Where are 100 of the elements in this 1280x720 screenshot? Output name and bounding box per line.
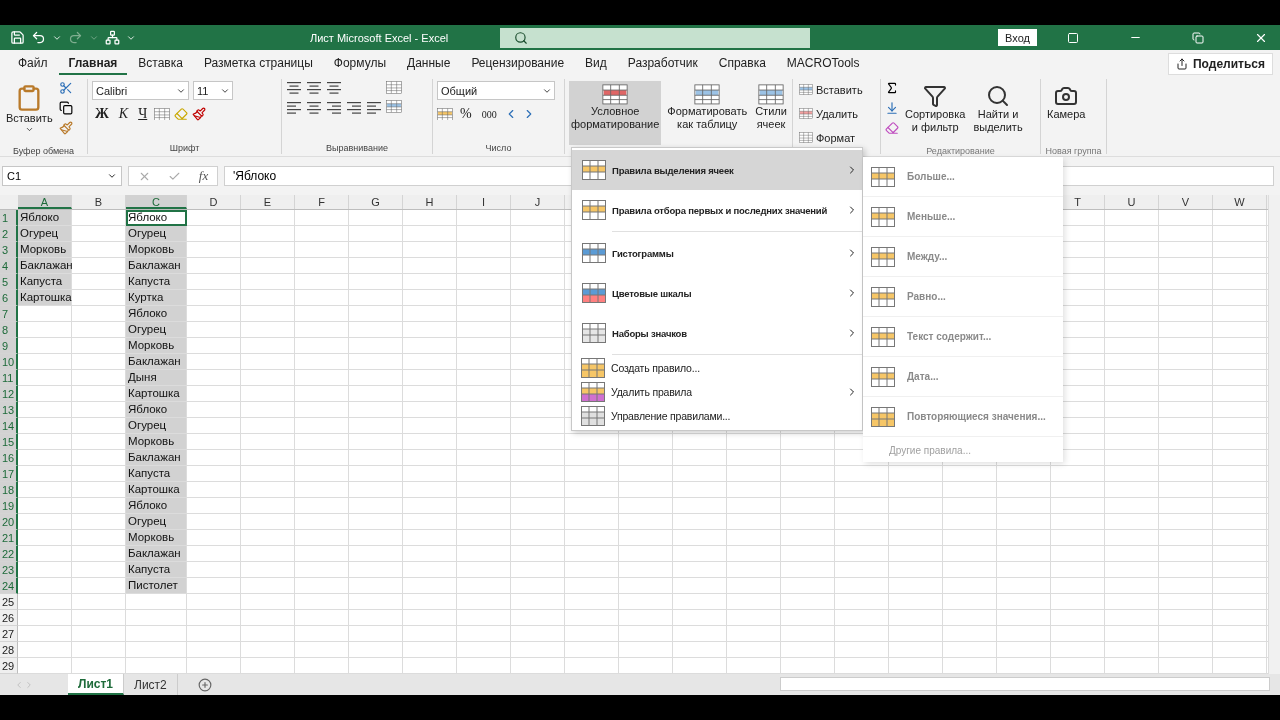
table-cell[interactable]: Огурец — [18, 226, 72, 242]
font-size-field[interactable]: 11 — [193, 81, 233, 100]
menu-item[interactable]: Создать правило... — [572, 356, 862, 380]
menu-item[interactable]: Гистограммы — [572, 233, 862, 273]
align-bottom-icon[interactable] — [326, 81, 342, 95]
undo-icon[interactable] — [31, 30, 46, 45]
menu-item[interactable]: Текст содержит... — [863, 317, 1063, 357]
vertical-scrollbar[interactable] — [1268, 195, 1280, 674]
scissors-icon[interactable] — [58, 81, 73, 95]
ribbon-tab[interactable]: Данные — [397, 52, 461, 75]
ribbon-tab[interactable]: Главная — [58, 52, 128, 75]
table-cell[interactable]: Морковь — [126, 530, 187, 546]
font-name-field[interactable]: Calibri — [92, 81, 189, 100]
thousands-button[interactable]: 000 — [478, 108, 500, 120]
menu-item[interactable]: Дата... — [863, 357, 1063, 397]
table-cell[interactable]: Яблоко — [126, 306, 187, 322]
menu-item[interactable]: Правила отбора первых и последних значений — [572, 190, 862, 230]
ribbon-tab[interactable]: Разработчик — [617, 52, 708, 75]
underline-button[interactable]: Ч — [135, 106, 151, 122]
sum-icon[interactable] — [885, 81, 899, 95]
style-button[interactable]: Стили ячеек — [753, 81, 789, 145]
clear-icon[interactable] — [885, 121, 899, 135]
horizontal-scrollbar[interactable] — [780, 677, 1270, 691]
percent-button[interactable]: % — [457, 106, 475, 122]
table-cell[interactable]: Капуста — [126, 274, 187, 290]
camera-button[interactable]: Камера — [1045, 81, 1088, 145]
indent-icon[interactable] — [366, 101, 382, 115]
bold-button[interactable]: Ж — [92, 106, 112, 122]
style-button[interactable]: Форматировать как таблицу — [665, 81, 750, 145]
align-middle-icon[interactable] — [306, 81, 322, 95]
table-cell[interactable]: Баклажан — [126, 450, 187, 466]
style-button[interactable]: Условное форматирование — [569, 81, 662, 145]
table-cell[interactable]: Пистолет — [126, 578, 187, 594]
save-icon[interactable] — [10, 30, 25, 45]
restore-icon[interactable] — [1192, 31, 1204, 44]
table-cell[interactable]: Яблоко — [126, 210, 187, 226]
number-format-field[interactable]: Общий — [437, 81, 555, 100]
table-cell[interactable]: Морковь — [126, 338, 187, 354]
ribbon-tab[interactable]: Файл — [8, 52, 58, 75]
add-sheet-icon[interactable] — [197, 677, 212, 692]
table-cell[interactable]: Баклажан — [126, 354, 187, 370]
search-field[interactable] — [500, 27, 810, 48]
table-cell[interactable]: Куртка — [126, 290, 187, 306]
menu-item[interactable]: Управление правилами... — [572, 404, 862, 428]
table-cell[interactable]: Яблоко — [126, 498, 187, 514]
fill-icon[interactable] — [885, 101, 899, 115]
table-cell[interactable]: Баклажан — [18, 258, 72, 274]
table-cell[interactable]: Баклажан — [126, 546, 187, 562]
sign-in-button[interactable]: Вход — [998, 29, 1037, 46]
sheet-tab[interactable]: Лист1 — [68, 674, 125, 695]
table-cell[interactable]: Огурец — [126, 226, 187, 242]
table-cell[interactable]: Капуста — [126, 562, 187, 578]
table-cell[interactable]: Яблоко — [126, 402, 187, 418]
table-cell[interactable]: Картошка — [126, 482, 187, 498]
table-cell[interactable]: Огурец — [126, 418, 187, 434]
ribbon-tab[interactable]: Вставка — [128, 52, 193, 75]
table-cell[interactable]: Огурец — [126, 322, 187, 338]
insert-function-button[interactable]: fx — [198, 168, 209, 184]
menu-item[interactable]: Между... — [863, 237, 1063, 277]
italic-button[interactable]: К — [115, 106, 132, 122]
table-cell[interactable]: Баклажан — [126, 258, 187, 274]
cells-button[interactable]: Вставить — [797, 81, 865, 99]
table-cell[interactable]: Огурец — [126, 514, 187, 530]
table-cell[interactable]: Капуста — [126, 466, 187, 482]
redo-icon[interactable] — [68, 30, 83, 45]
align-right-icon[interactable] — [326, 101, 342, 115]
sort-filter-button[interactable]: Сортировка и фильтр — [903, 81, 968, 145]
menu-item[interactable]: Удалить правила — [572, 380, 862, 404]
cells-button[interactable]: Формат — [797, 129, 865, 147]
menu-item[interactable]: Цветовые шкалы — [572, 273, 862, 313]
table-cell[interactable]: Яблоко — [18, 210, 72, 226]
network-icon[interactable] — [105, 30, 120, 45]
table-cell[interactable]: Дыня — [126, 370, 187, 386]
table-cell[interactable]: Морковь — [18, 242, 72, 258]
find-select-button[interactable]: Найти и выделить — [971, 81, 1025, 145]
name-box[interactable]: C1 — [2, 166, 122, 186]
menu-item[interactable]: Правила выделения ячеек — [572, 150, 862, 190]
format-painter-icon[interactable] — [58, 121, 73, 135]
menu-item[interactable]: Повторяющиеся значения... — [863, 397, 1063, 437]
table-cell[interactable]: Морковь — [126, 434, 187, 450]
ribbon-tab[interactable]: Формулы — [323, 52, 397, 75]
paste-button[interactable]: Вставить — [4, 81, 55, 145]
align-left-icon[interactable] — [286, 101, 302, 115]
table-cell[interactable]: Картошка — [126, 386, 187, 402]
ribbon-tab[interactable]: Вид — [575, 52, 617, 75]
align-top-icon[interactable] — [286, 81, 302, 95]
table-cell[interactable]: Морковь — [126, 242, 187, 258]
ribbon-tab[interactable]: Разметка страницы — [193, 52, 323, 75]
table-cell[interactable]: Картошка — [18, 290, 72, 306]
ribbon-tab[interactable]: Рецензирование — [461, 52, 575, 75]
row-header: 5 — [0, 274, 18, 290]
indent-icon[interactable] — [346, 101, 362, 115]
ribbon-tab[interactable]: MACROTools — [776, 52, 870, 75]
copy-icon[interactable] — [58, 101, 73, 115]
align-center-icon[interactable] — [306, 101, 322, 115]
share-button[interactable]: Поделиться — [1167, 52, 1273, 75]
cells-button[interactable]: Удалить — [797, 105, 865, 123]
table-cell[interactable]: Капуста — [18, 274, 72, 290]
ribbon-tab[interactable]: Справка — [708, 52, 776, 75]
menu-item[interactable]: Наборы значков — [572, 313, 862, 353]
